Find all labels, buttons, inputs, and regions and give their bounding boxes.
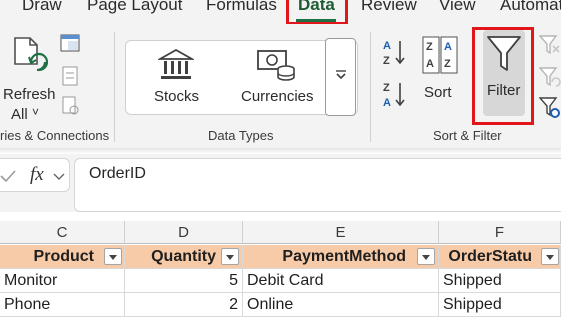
sort-label: Sort <box>424 84 452 101</box>
table-cell[interactable]: Online <box>243 293 439 317</box>
svg-text:A: A <box>383 40 391 52</box>
currencies-label: Currencies <box>241 88 314 105</box>
filter-dropdown-icon[interactable] <box>541 248 559 265</box>
table-cell[interactable]: 2 <box>125 293 243 317</box>
svg-text:Z: Z <box>383 55 390 66</box>
data-types-more-button[interactable] <box>325 38 356 116</box>
table-cell[interactable]: Debit Card <box>243 269 439 293</box>
svg-text:Z: Z <box>426 41 433 53</box>
table-cell[interactable]: Monitor <box>0 269 125 293</box>
refresh-all-icon <box>14 37 49 72</box>
tab-page-layout[interactable]: Page Layout <box>87 0 182 15</box>
column-header-c[interactable]: C <box>0 221 125 244</box>
formula-controls: fx <box>0 158 70 192</box>
header-text: PaymentMethod <box>282 248 406 265</box>
table-cell[interactable]: Shipped <box>439 293 561 317</box>
header-text: OrderStatu <box>448 248 532 265</box>
svg-text:Z: Z <box>383 82 390 94</box>
header-text: Product <box>33 248 94 265</box>
advanced-filter-icon[interactable] <box>539 96 561 120</box>
tab-review[interactable]: Review <box>361 0 417 15</box>
filter-dropdown-icon[interactable] <box>417 248 435 265</box>
header-text: Quantity <box>151 248 216 265</box>
bank-icon <box>158 48 194 79</box>
ribbon-tabs: Draw Page Layout Formulas Data Review Vi… <box>0 0 561 24</box>
edit-links-icon[interactable] <box>62 96 80 116</box>
sort-filter-group-label: Sort & Filter <box>433 128 502 143</box>
sort-a-to-z-icon[interactable]: A Z <box>382 38 408 66</box>
filter-highlight <box>472 27 534 125</box>
queries-group-label: ries & Connections <box>0 128 110 143</box>
table-cell[interactable]: Shipped <box>439 269 561 293</box>
header-cell-quantity[interactable]: Quantity <box>125 245 243 269</box>
svg-text:A: A <box>444 41 452 53</box>
column-header-e[interactable]: E <box>243 221 439 244</box>
data-types-group-label: Data Types <box>208 128 274 143</box>
insert-function-icon[interactable]: fx <box>30 164 44 186</box>
table-cell[interactable]: Phone <box>0 293 125 317</box>
header-cell-paymentmethod[interactable]: PaymentMethod <box>243 245 439 269</box>
table-cell[interactable]: 5 <box>125 269 243 293</box>
group-separator <box>114 32 115 142</box>
reapply-filter-icon[interactable] <box>539 66 561 88</box>
column-header-f[interactable]: F <box>439 221 561 244</box>
header-cell-orderstatus[interactable]: OrderStatu <box>439 245 561 269</box>
enter-check-icon[interactable] <box>0 169 16 183</box>
refresh-label: Refresh <box>3 86 56 103</box>
data-tab-highlight <box>286 0 348 25</box>
stocks-label: Stocks <box>154 88 200 105</box>
tab-automate[interactable]: Automat <box>500 0 561 15</box>
tab-view[interactable]: View <box>439 0 476 15</box>
chevron-down-icon[interactable] <box>53 173 65 181</box>
svg-text:Z: Z <box>444 58 451 70</box>
column-header-d[interactable]: D <box>125 221 243 244</box>
formula-value: OrderID <box>89 165 146 182</box>
sort-dialog-icon: Z A A Z <box>422 36 458 74</box>
svg-text:A: A <box>426 58 434 70</box>
currencies-icon <box>257 50 295 81</box>
refresh-all-button[interactable]: Refresh All ˅ <box>3 32 56 123</box>
group-separator <box>370 32 371 142</box>
header-cell-product[interactable]: Product <box>0 245 125 269</box>
filter-dropdown-icon[interactable] <box>221 248 239 265</box>
expand-gallery-icon <box>336 70 346 80</box>
formula-input[interactable]: OrderID <box>74 158 561 212</box>
queries-connections-icon[interactable] <box>60 34 80 52</box>
currencies-button[interactable]: Currencies <box>238 46 314 108</box>
stocks-button[interactable]: Stocks <box>146 46 208 108</box>
sort-button[interactable]: Z A A Z Sort <box>418 32 462 112</box>
properties-icon[interactable] <box>62 66 78 86</box>
tab-formulas[interactable]: Formulas <box>206 0 277 15</box>
chevron-down-icon: ˅ <box>32 105 40 119</box>
formula-bar: fx OrderID <box>0 154 561 212</box>
svg-text:A: A <box>383 97 391 108</box>
ribbon: Refresh All ˅ ries & Connections Stocks … <box>0 24 561 148</box>
sort-z-to-a-icon[interactable]: Z A <box>382 80 408 108</box>
grid-gap <box>0 213 561 221</box>
clear-filter-icon[interactable] <box>539 34 561 56</box>
filter-dropdown-icon[interactable] <box>104 248 122 265</box>
tab-draw[interactable]: Draw <box>22 0 62 15</box>
all-label: All <box>11 106 28 123</box>
